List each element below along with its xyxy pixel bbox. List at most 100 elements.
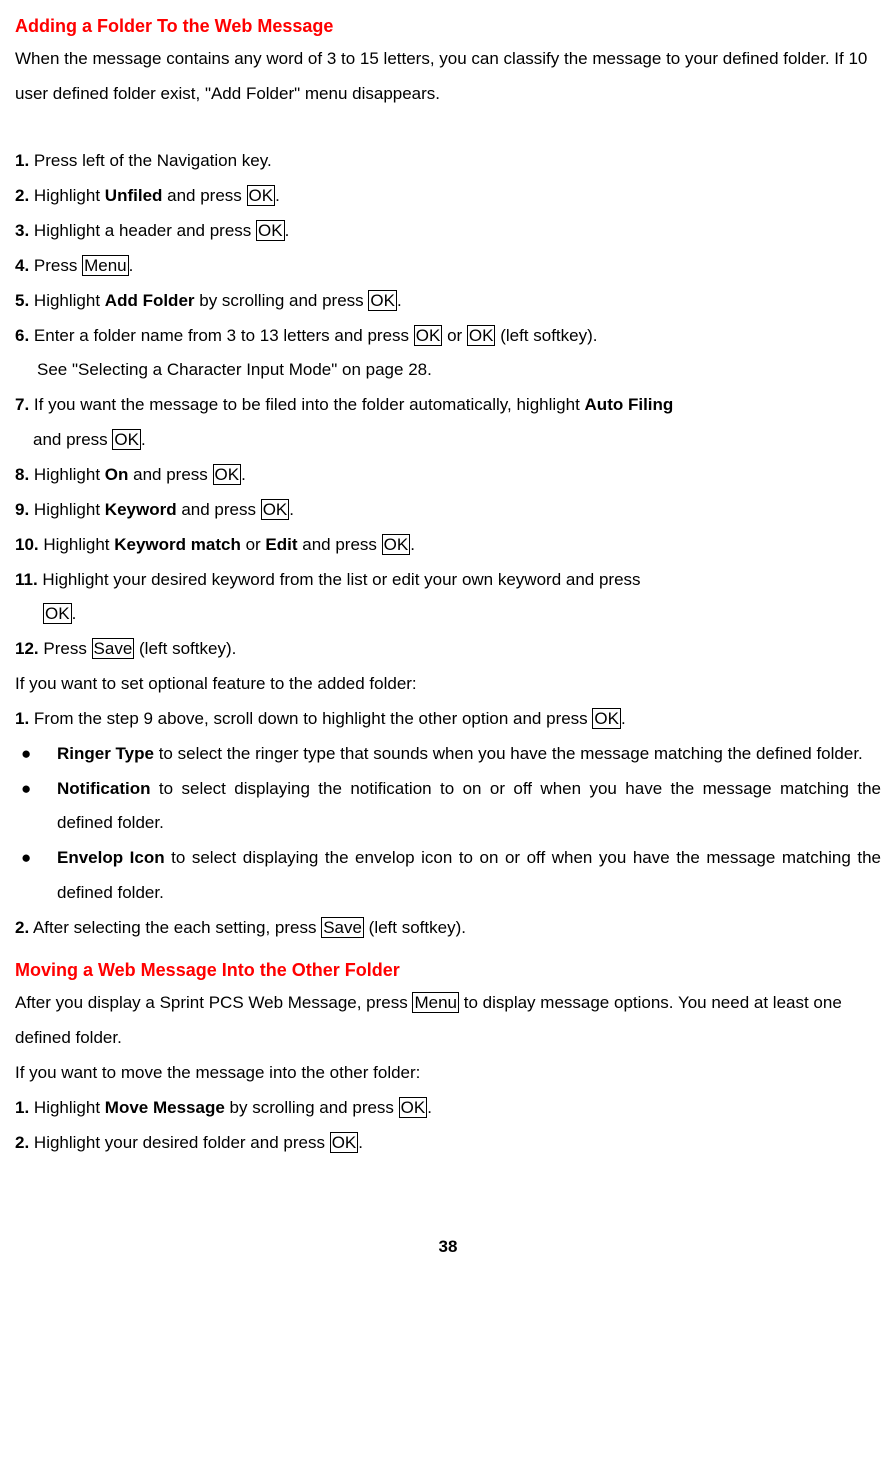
step-text: Highlight xyxy=(39,535,115,554)
step-text: and press xyxy=(128,465,212,484)
section-heading-2: Moving a Web Message Into the Other Fold… xyxy=(15,954,881,986)
h2-intro: After you display a Sprint PCS Web Messa… xyxy=(15,986,881,1056)
step-9: 9. Highlight Keyword and press OK. xyxy=(15,493,881,528)
ok-key: OK xyxy=(467,325,496,346)
step-number: 7. xyxy=(15,395,29,414)
step-text: (left softkey). xyxy=(495,326,597,345)
step-text: by scrolling and press xyxy=(225,1098,399,1117)
ok-key: OK xyxy=(414,325,443,346)
step-text: Press left of the Navigation key. xyxy=(29,151,272,170)
ok-key: OK xyxy=(256,220,285,241)
step-12: 12. Press Save (left softkey). xyxy=(15,632,881,667)
bold-term: Keyword xyxy=(105,500,177,519)
step-text: (left softkey). xyxy=(134,639,236,658)
step-number: 8. xyxy=(15,465,29,484)
step-11: 11. Highlight your desired keyword from … xyxy=(15,563,881,598)
step-6: 6. Enter a folder name from 3 to 13 lett… xyxy=(15,319,881,354)
step-text: Highlight xyxy=(29,186,105,205)
step-number: 1. xyxy=(15,1098,29,1117)
step-text: . xyxy=(285,221,290,240)
step-text: and press xyxy=(33,430,112,449)
bold-term: Auto Filing xyxy=(585,395,674,414)
ok-key: OK xyxy=(247,185,276,206)
ok-key: OK xyxy=(399,1097,428,1118)
bold-term: Ringer Type xyxy=(57,744,154,763)
optional-intro: If you want to set optional feature to t… xyxy=(15,667,881,702)
step-number: 4. xyxy=(15,256,29,275)
step-text: Highlight your desired keyword from the … xyxy=(38,570,641,589)
bold-term: Notification xyxy=(57,779,151,798)
bold-term: On xyxy=(105,465,129,484)
bold-term: Unfiled xyxy=(105,186,163,205)
move-step-1: 1. Highlight Move Message by scrolling a… xyxy=(15,1091,881,1126)
intro-paragraph-1: When the message contains any word of 3 … xyxy=(15,42,881,112)
ok-key: OK xyxy=(382,534,411,555)
step-text: . xyxy=(241,465,246,484)
step-1: 1. Press left of the Navigation key. xyxy=(15,144,881,179)
step-number: 2. xyxy=(15,186,29,205)
ok-key: OK xyxy=(43,603,72,624)
step-text: . xyxy=(410,535,415,554)
step-text: (left softkey). xyxy=(364,918,466,937)
step-number: 3. xyxy=(15,221,29,240)
step-number: 12. xyxy=(15,639,39,658)
step-text: Highlight xyxy=(29,500,105,519)
step-text: Enter a folder name from 3 to 13 letters… xyxy=(29,326,414,345)
step-8: 8. Highlight On and press OK. xyxy=(15,458,881,493)
bullet-notification: ● Notification to select displaying the … xyxy=(15,772,881,842)
step-text: . xyxy=(427,1098,432,1117)
bold-term: Move Message xyxy=(105,1098,225,1117)
ok-key: OK xyxy=(592,708,621,729)
step-text: Highlight your desired folder and press xyxy=(29,1133,330,1152)
step-number: 10. xyxy=(15,535,39,554)
step-number: 5. xyxy=(15,291,29,310)
step-text: . xyxy=(141,430,146,449)
step-number: 9. xyxy=(15,500,29,519)
step-text: or xyxy=(241,535,266,554)
step-11-line2: OK. xyxy=(15,597,881,632)
bullet-icon: ● xyxy=(15,772,57,842)
ok-key: OK xyxy=(112,429,141,450)
step-text: by scrolling and press xyxy=(195,291,369,310)
step-text: or xyxy=(442,326,467,345)
step-2: 2. Highlight Unfiled and press OK. xyxy=(15,179,881,214)
bold-term: Edit xyxy=(265,535,297,554)
bullet-icon: ● xyxy=(15,737,57,772)
step-number: 1. xyxy=(15,709,29,728)
step-number: 2. xyxy=(15,1133,29,1152)
step-7-line2: and press OK. xyxy=(15,423,881,458)
bullet-envelop-icon: ● Envelop Icon to select displaying the … xyxy=(15,841,881,911)
step-6-sub: See "Selecting a Character Input Mode" o… xyxy=(15,353,881,388)
step-text: Highlight xyxy=(29,1098,105,1117)
move-step-2: 2. Highlight your desired folder and pre… xyxy=(15,1126,881,1161)
save-key: Save xyxy=(92,638,135,659)
opt-step-1: 1. From the step 9 above, scroll down to… xyxy=(15,702,881,737)
step-number: 2. xyxy=(15,918,29,937)
page-number: 38 xyxy=(15,1230,881,1265)
bold-term: Keyword match xyxy=(114,535,241,554)
bullet-text: to select displaying the envelop icon to… xyxy=(57,848,881,902)
bullet-icon: ● xyxy=(15,841,57,911)
step-text: . xyxy=(275,186,280,205)
step-text: . xyxy=(289,500,294,519)
h2-sub: If you want to move the message into the… xyxy=(15,1056,881,1091)
step-number: 1. xyxy=(15,151,29,170)
step-text: and press xyxy=(162,186,246,205)
step-7: 7. If you want the message to be filed i… xyxy=(15,388,881,423)
section-heading-1: Adding a Folder To the Web Message xyxy=(15,10,881,42)
ok-key: OK xyxy=(330,1132,359,1153)
step-4: 4. Press Menu. xyxy=(15,249,881,284)
bullet-text: to select the ringer type that sounds wh… xyxy=(154,744,863,763)
step-text: From the step 9 above, scroll down to hi… xyxy=(29,709,592,728)
step-5: 5. Highlight Add Folder by scrolling and… xyxy=(15,284,881,319)
step-text: Highlight xyxy=(29,291,105,310)
step-text: . xyxy=(72,604,77,623)
step-10: 10. Highlight Keyword match or Edit and … xyxy=(15,528,881,563)
step-text: . xyxy=(129,256,134,275)
step-3: 3. Highlight a header and press OK. xyxy=(15,214,881,249)
menu-key: Menu xyxy=(412,992,459,1013)
step-text: Press xyxy=(39,639,92,658)
opt-step-2: 2. After selecting the each setting, pre… xyxy=(15,911,881,946)
bold-term: Envelop Icon xyxy=(57,848,165,867)
ok-key: OK xyxy=(213,464,242,485)
